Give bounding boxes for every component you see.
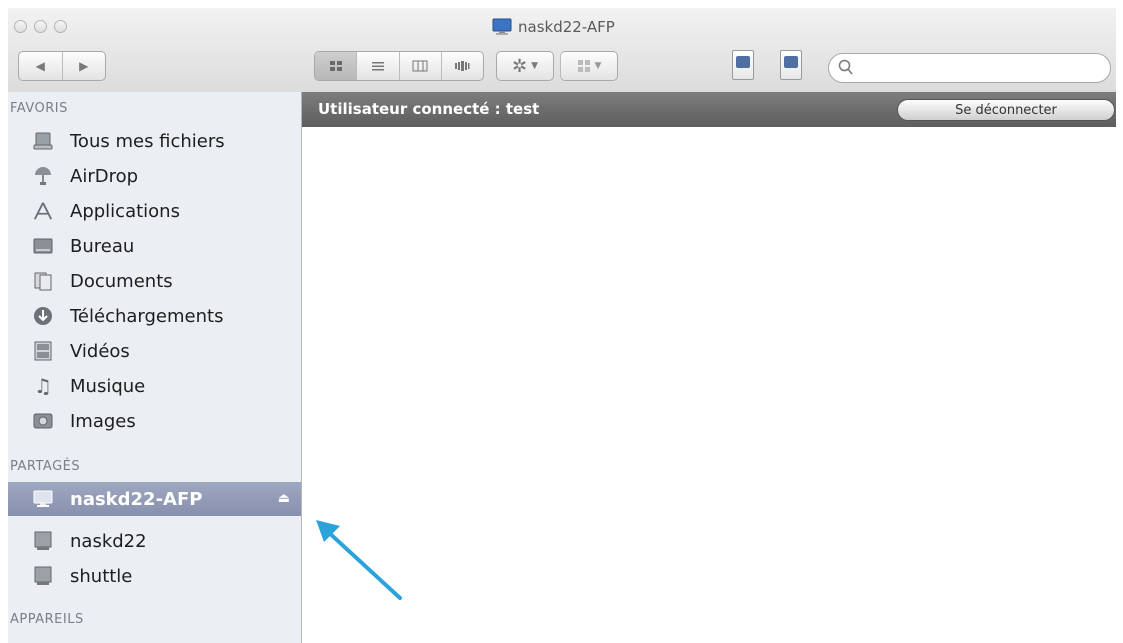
back-arrow-icon: ◀	[35, 59, 45, 73]
server-icon	[33, 531, 53, 551]
png-file-icon[interactable]	[780, 50, 802, 80]
back-button[interactable]: ◀	[19, 52, 62, 80]
sidebar-item-documents[interactable]: Documents	[8, 264, 301, 298]
sidebar-item-music[interactable]: ♫ Musique	[8, 369, 301, 403]
column-view-icon	[412, 60, 428, 72]
music-icon: ♫	[34, 374, 52, 398]
sidebar-item-label: Images	[70, 410, 136, 432]
sidebar-item-downloads[interactable]: Téléchargements	[8, 299, 301, 333]
sidebar-item-label: Bureau	[70, 235, 135, 257]
sidebar-item-naskd22[interactable]: naskd22	[8, 524, 301, 558]
arrange-grid-icon	[577, 59, 591, 73]
column-view-button[interactable]	[398, 52, 441, 80]
action-menu-button[interactable]: ✲ ▼	[496, 51, 554, 81]
logout-button[interactable]: Se déconnecter	[897, 99, 1115, 121]
coverflow-view-button[interactable]	[440, 52, 483, 80]
window-title-area: naskd22-AFP	[492, 18, 615, 36]
chevron-down-icon: ▼	[594, 61, 602, 71]
arrange-menu-button[interactable]: ▼	[560, 51, 618, 81]
view-mode-selector	[314, 51, 484, 81]
sidebar-section-devices: APPAREILS	[10, 612, 84, 627]
network-display-icon	[33, 489, 53, 509]
sidebar-item-movies[interactable]: Vidéos	[8, 334, 301, 368]
movies-icon	[33, 341, 53, 361]
forward-button[interactable]: ▶	[61, 52, 106, 80]
search-field[interactable]	[828, 53, 1111, 83]
connection-status-text: Utilisateur connecté : test	[318, 100, 540, 118]
airdrop-icon	[33, 166, 53, 186]
sidebar-item-naskd22-afp[interactable]: naskd22-AFP ⏏	[8, 482, 301, 516]
sidebar-item-label: Téléchargements	[70, 305, 224, 327]
sidebar-item-label: naskd22	[70, 530, 147, 552]
sidebar-item-airdrop[interactable]: AirDrop	[8, 159, 301, 193]
image-thumbnail-icon	[736, 56, 750, 68]
sidebar-item-applications[interactable]: Applications	[8, 194, 301, 228]
icon-view-button[interactable]	[315, 52, 357, 80]
annotation-arrow-icon	[316, 520, 402, 600]
sidebar-item-desktop[interactable]: Bureau	[8, 229, 301, 263]
sidebar-item-label: AirDrop	[70, 165, 139, 187]
sidebar: FAVORIS Tous mes fichiers AirDrop Applic…	[8, 92, 302, 643]
sidebar-item-pictures[interactable]: Images	[8, 404, 301, 438]
zoom-window-button[interactable]	[54, 20, 67, 33]
sidebar-item-label: Applications	[70, 200, 180, 222]
image-thumbnail-icon	[784, 56, 798, 68]
window-title: naskd22-AFP	[518, 18, 615, 36]
gear-icon: ✲	[511, 55, 528, 77]
forward-arrow-icon: ▶	[79, 59, 89, 73]
finder-window: naskd22-AFP ◀ ▶ ✲ ▼ ▼ FAVORIS Tous mes f…	[0, 0, 1123, 643]
sidebar-item-label: Documents	[70, 270, 173, 292]
coverflow-view-icon	[454, 60, 470, 72]
minimize-window-button[interactable]	[34, 20, 47, 33]
desktop-icon	[33, 236, 53, 256]
chevron-down-icon: ▼	[531, 61, 538, 71]
sidebar-item-label: Vidéos	[70, 340, 130, 362]
search-input[interactable]	[859, 58, 1103, 80]
sidebar-item-label: naskd22-AFP	[70, 488, 203, 510]
downloads-icon	[33, 306, 53, 326]
all-files-icon	[33, 131, 53, 151]
sidebar-item-label: Tous mes fichiers	[70, 130, 225, 152]
sidebar-section-shared: PARTAGÉS	[10, 459, 81, 474]
search-icon	[838, 59, 854, 77]
pictures-icon	[33, 411, 53, 431]
content-area: Utilisateur connecté : test Se déconnect…	[302, 92, 1116, 643]
png-file-icon[interactable]	[732, 50, 754, 80]
sidebar-item-label: shuttle	[70, 565, 133, 587]
sidebar-item-all-files[interactable]: Tous mes fichiers	[8, 124, 301, 158]
close-window-button[interactable]	[14, 20, 27, 33]
eject-icon[interactable]: ⏏	[278, 491, 290, 506]
sidebar-item-shuttle[interactable]: shuttle	[8, 559, 301, 593]
applications-icon	[33, 201, 53, 221]
connection-bar: Utilisateur connecté : test Se déconnect…	[302, 92, 1116, 127]
documents-icon	[33, 271, 53, 291]
list-view-button[interactable]	[356, 52, 398, 80]
icon-view-icon	[329, 60, 343, 72]
list-view-icon	[371, 60, 385, 72]
back-forward-buttons: ◀ ▶	[18, 51, 106, 81]
sidebar-section-favorites: FAVORIS	[10, 101, 68, 116]
network-display-icon	[492, 18, 512, 36]
server-icon	[33, 566, 53, 586]
toolbar: naskd22-AFP ◀ ▶ ✲ ▼ ▼	[8, 8, 1116, 93]
sidebar-item-label: Musique	[70, 375, 146, 397]
